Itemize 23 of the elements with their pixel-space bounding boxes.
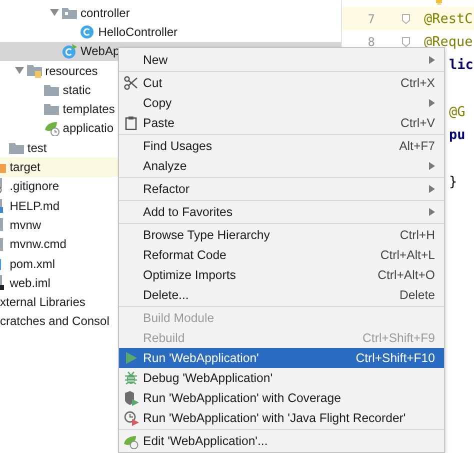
tree-item-label: WebAp xyxy=(80,44,120,58)
code-text: } xyxy=(449,174,458,190)
code-text: pu xyxy=(449,127,466,144)
code-text: @RestC xyxy=(424,10,473,27)
tree-item-label: test xyxy=(27,140,47,155)
tree-item-label: applicatio xyxy=(62,121,114,136)
tree-item-label: static xyxy=(62,82,91,97)
tree-item-label: web.iml xyxy=(10,276,50,290)
code-text: @G xyxy=(449,104,466,120)
code-text: lic xyxy=(449,57,474,74)
tree-item-label: controller xyxy=(80,6,130,20)
tree-item-label: mvnw xyxy=(10,218,42,232)
tree-item-label: resources xyxy=(45,64,98,78)
tree-item-label: HelloController xyxy=(98,24,178,39)
tree-item-label: HELP.md xyxy=(10,198,60,213)
tree-item-label: mvnw.cmd xyxy=(10,237,66,252)
tree-item-label: target xyxy=(10,160,40,174)
code-text: @Reque xyxy=(424,34,473,50)
tree-item-label: pom.xml xyxy=(10,256,56,270)
tree-item-label: templates xyxy=(62,102,115,116)
line-number: 8 xyxy=(366,34,376,49)
line-number: 7 xyxy=(366,12,376,26)
tree-item-label: .gitignore xyxy=(10,179,60,194)
